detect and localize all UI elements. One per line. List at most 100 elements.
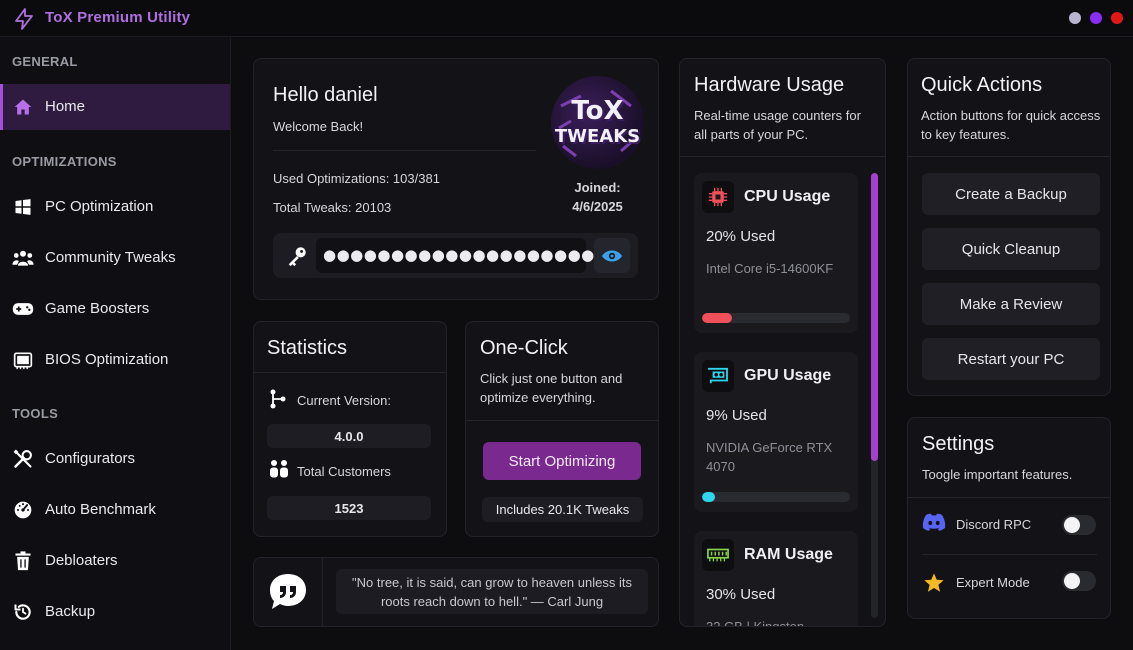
quick-cleanup-button[interactable]: Quick Cleanup: [922, 228, 1100, 270]
license-key-field[interactable]: ●●●●●●●●●●●●●●●●●●●●●: [316, 238, 608, 273]
statistics-card: Statistics Current Version: 4.0.0 Total …: [253, 321, 447, 537]
quote-icon: [268, 572, 308, 617]
sidebar-item-configurators[interactable]: Configurators: [0, 436, 230, 482]
chip-icon: [12, 349, 34, 371]
expert-mode-label: Expert Mode: [956, 575, 1030, 590]
sidebar-item-label: Home: [45, 98, 86, 115]
cpu-progress-fill: [702, 313, 732, 323]
cpu-usage-panel: CPU Usage 20% Used Intel Core i5-14600KF: [694, 173, 858, 333]
sidebar-item-debloaters[interactable]: Debloaters: [0, 538, 230, 584]
version-value: 4.0.0: [267, 424, 431, 448]
gpu-progress-bar: [702, 492, 850, 502]
ram-used: 30% Used: [706, 586, 776, 603]
sidebar-item-bios-optimization[interactable]: BIOS Optimization: [0, 337, 230, 383]
home-icon: [12, 96, 34, 118]
divider: [322, 558, 323, 626]
greeting-title: Hello daniel: [273, 84, 378, 106]
scrollbar-thumb[interactable]: [871, 173, 878, 461]
avatar: ToX TWEAKS: [551, 76, 644, 169]
sidebar: GENERAL Home OPTIMIZATIONS PC Optimizati…: [0, 37, 231, 650]
sidebar-item-home[interactable]: Home: [0, 84, 230, 130]
cpu-used: 20% Used: [706, 228, 776, 245]
sidebar-item-label: Configurators: [45, 450, 136, 467]
total-tweaks: Total Tweaks: 20103: [273, 200, 392, 215]
sidebar-item-community-tweaks[interactable]: Community Tweaks: [0, 235, 230, 281]
sidebar-item-label: Debloaters: [45, 552, 118, 569]
section-general: GENERAL: [12, 54, 78, 69]
sidebar-item-backup[interactable]: Backup: [0, 589, 230, 635]
sidebar-item-auto-benchmark[interactable]: Auto Benchmark: [0, 487, 230, 533]
oneclick-card: One-Click Click just one button and opti…: [465, 321, 659, 537]
cpu-title: CPU Usage: [744, 188, 831, 205]
gpu-usage-panel: GPU Usage 9% Used NVIDIA GeForce RTX 407…: [694, 352, 858, 512]
minimize-button[interactable]: [1069, 12, 1081, 24]
sidebar-item-label: Auto Benchmark: [45, 501, 156, 518]
expert-mode-toggle[interactable]: [1062, 571, 1096, 591]
divider: [273, 150, 536, 151]
backup-icon: [12, 601, 34, 623]
discord-icon: [922, 513, 946, 536]
license-row: ●●●●●●●●●●●●●●●●●●●●●: [273, 233, 638, 278]
section-tools: TOOLS: [12, 406, 59, 421]
create-backup-button[interactable]: Create a Backup: [922, 173, 1100, 215]
maximize-button[interactable]: [1090, 12, 1102, 24]
settings-description: Toogle important features.: [922, 467, 1073, 482]
gauge-icon: [12, 499, 34, 521]
star-icon: [923, 572, 945, 599]
users-icon: [12, 247, 34, 269]
restart-pc-button[interactable]: Restart your PC: [922, 338, 1100, 380]
sidebar-item-game-boosters[interactable]: Game Boosters: [0, 286, 230, 332]
oneclick-description: Click just one button and optimize every…: [480, 371, 623, 405]
joined-date: 4/6/2025: [572, 199, 623, 214]
version-label: Current Version:: [297, 393, 391, 408]
ram-icon: [702, 539, 734, 571]
oneclick-title: One-Click: [480, 337, 568, 359]
welcome-subtitle: Welcome Back!: [273, 119, 364, 134]
quick-actions-card: Quick Actions Action buttons for quick a…: [907, 58, 1111, 396]
tools-icon: [12, 448, 34, 470]
divider: [908, 497, 1110, 498]
customers-icon: [269, 459, 289, 484]
gpu-model: NVIDIA GeForce RTX 4070: [706, 440, 833, 474]
customers-value: 1523: [267, 496, 431, 520]
gpu-icon: [702, 360, 734, 392]
sidebar-item-label: BIOS Optimization: [45, 351, 169, 368]
lightning-icon: [15, 8, 33, 30]
gpu-used: 9% Used: [706, 407, 767, 424]
sidebar-item-pc-optimization[interactable]: PC Optimization: [0, 184, 230, 230]
license-key-value: ●●●●●●●●●●●●●●●●●●●●●: [323, 246, 609, 264]
sidebar-item-label: PC Optimization: [45, 198, 154, 215]
cpu-model: Intel Core i5-14600KF: [706, 261, 834, 276]
gpu-progress-fill: [702, 492, 716, 502]
used-optimizations: Used Optimizations: 103/381: [273, 171, 440, 186]
joined-label: Joined:: [574, 180, 621, 195]
ram-usage-panel: RAM Usage 30% Used 32 GB | Kingston: [694, 531, 858, 626]
discord-rpc-toggle[interactable]: [1062, 515, 1096, 535]
close-button[interactable]: [1111, 12, 1123, 24]
statistics-title: Statistics: [267, 337, 348, 359]
sidebar-item-label: Game Boosters: [45, 300, 150, 317]
divider: [680, 156, 885, 157]
tweaks-note: Includes 20.1K Tweaks: [482, 497, 643, 522]
divider: [466, 420, 658, 421]
app-title: ToX Premium Utility: [45, 9, 191, 26]
discord-rpc-label: Discord RPC: [956, 517, 1032, 532]
divider: [908, 156, 1110, 157]
cpu-icon: [702, 181, 734, 213]
sidebar-item-label: Backup: [45, 603, 96, 620]
quote-card: "No tree, it is said, can grow to heaven…: [253, 557, 659, 627]
hardware-description: Real-time usage counters for all parts o…: [694, 108, 861, 142]
customers-label: Total Customers: [297, 464, 391, 479]
quote-text: "No tree, it is said, can grow to heaven…: [336, 569, 648, 614]
logo-text-bottom: TWEAKS: [554, 126, 641, 147]
eye-icon[interactable]: [594, 238, 630, 273]
start-optimizing-button[interactable]: Start Optimizing: [483, 442, 641, 480]
scrollbar-track[interactable]: [871, 173, 878, 618]
quick-actions-description: Action buttons for quick access to key f…: [921, 108, 1101, 142]
quick-actions-title: Quick Actions: [921, 74, 1043, 96]
settings-title: Settings: [922, 433, 995, 455]
logo-text-top: ToX: [571, 96, 624, 126]
divider: [254, 372, 446, 373]
divider: [922, 554, 1097, 555]
make-review-button[interactable]: Make a Review: [922, 283, 1100, 325]
